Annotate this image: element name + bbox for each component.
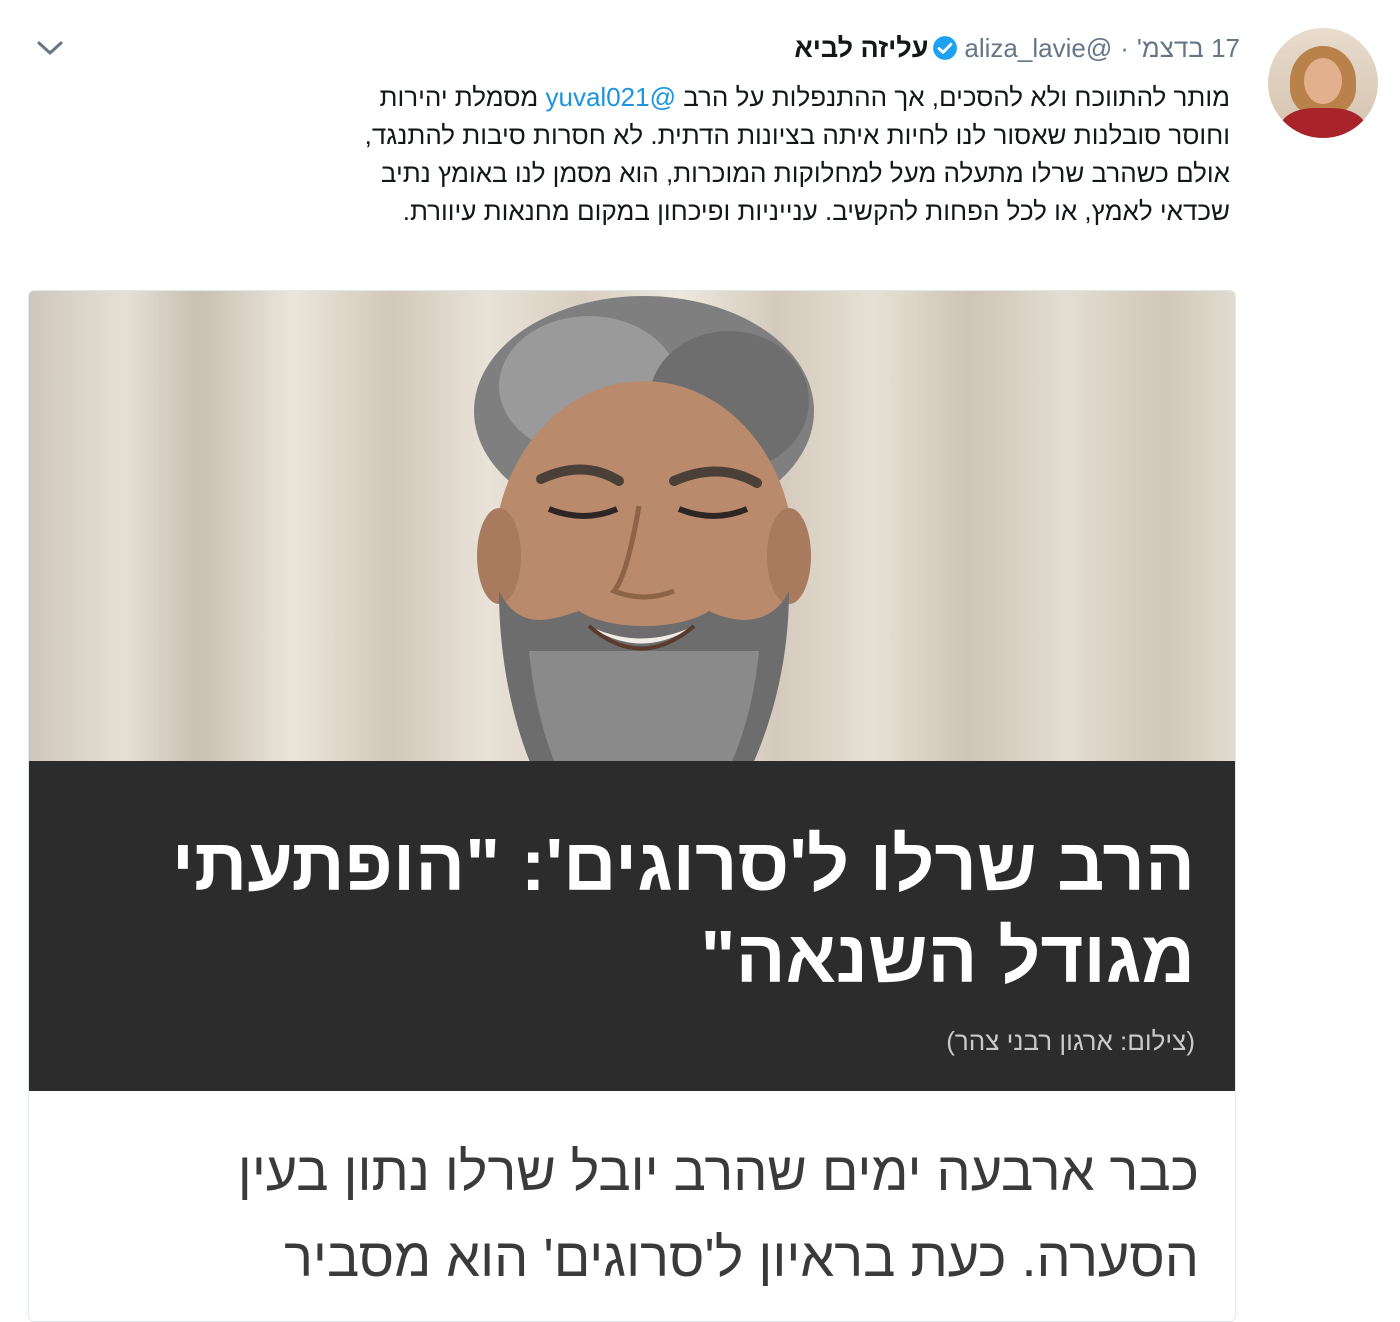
avatar-face xyxy=(1304,58,1342,104)
card-photo: הרב שרלו ל'סרוגים': "הופתעתי מגודל השנאה… xyxy=(29,291,1235,1091)
avatar-shirt xyxy=(1280,108,1366,138)
chevron-down-icon[interactable] xyxy=(32,32,68,64)
photo-credit: (צילום: ארגון רבני צהר) xyxy=(946,1026,1195,1056)
mention-link[interactable]: @yuval021 xyxy=(546,82,676,112)
separator-dot: · xyxy=(1120,32,1129,63)
tweet-text-segment: שכדאי לאמץ, או לכל הפחות להקשיב. ענייניו… xyxy=(402,196,1230,226)
link-card[interactable]: הרב שרלו ל'סרוגים': "הופתעתי מגודל השנאה… xyxy=(28,290,1236,1322)
tweet-text-line: אולם כשהרב שרלו מתעלה מעל למחלוקות המוכר… xyxy=(130,154,1230,192)
display-name[interactable]: עליזה לביא xyxy=(794,33,928,64)
verified-badge-icon xyxy=(932,35,958,61)
card-headline-line: מגודל השנאה" xyxy=(700,915,1195,998)
tweet-header: עליזה לביא @aliza_lavie · 17 בדצמ' xyxy=(794,28,1240,68)
tweet-text-segment: מסמלת יהירות xyxy=(379,82,546,112)
tweet-text-line: שכדאי לאמץ, או לכל הפחות להקשיב. ענייניו… xyxy=(130,192,1230,230)
tweet-text-line: מותר להתווכח ולא להסכים, אך ההתנפלות על … xyxy=(130,78,1231,116)
tweet-text-line: וחוסר סובלנות שאסור לנו לחיות איתה בציונ… xyxy=(130,116,1230,154)
tweet-text-segment: אולם כשהרב שרלו מתעלה מעל למחלוקות המוכר… xyxy=(380,158,1230,188)
handle[interactable]: @aliza_lavie xyxy=(964,33,1112,64)
card-description: כבר ארבעה ימים שהרב יובל שרלו נתון בעין … xyxy=(49,1129,1199,1301)
card-description-line: הסערה. כעת בראיון ל'סרוגים' הוא מסביר xyxy=(284,1228,1199,1288)
card-headline: הרב שרלו ל'סרוגים': "הופתעתי מגודל השנאה… xyxy=(55,819,1195,1003)
avatar[interactable] xyxy=(1268,28,1378,138)
card-headline-line: הרב שרלו ל'סרוגים': "הופתעתי xyxy=(171,823,1195,906)
card-description-line: כבר ארבעה ימים שהרב יובל שרלו נתון בעין xyxy=(237,1142,1199,1202)
tweet: עליזה לביא @aliza_lavie · 17 בדצמ' מותר … xyxy=(0,0,1400,1322)
tweet-text: מותר להתווכח ולא להסכים, אך ההתנפלות על … xyxy=(130,78,1230,230)
timestamp[interactable]: 17 בדצמ' xyxy=(1137,33,1240,64)
tweet-text-segment: מותר להתווכח ולא להסכים, אך ההתנפלות על … xyxy=(676,82,1230,112)
tweet-text-segment: וחוסר סובלנות שאסור לנו לחיות איתה בציונ… xyxy=(364,120,1230,150)
